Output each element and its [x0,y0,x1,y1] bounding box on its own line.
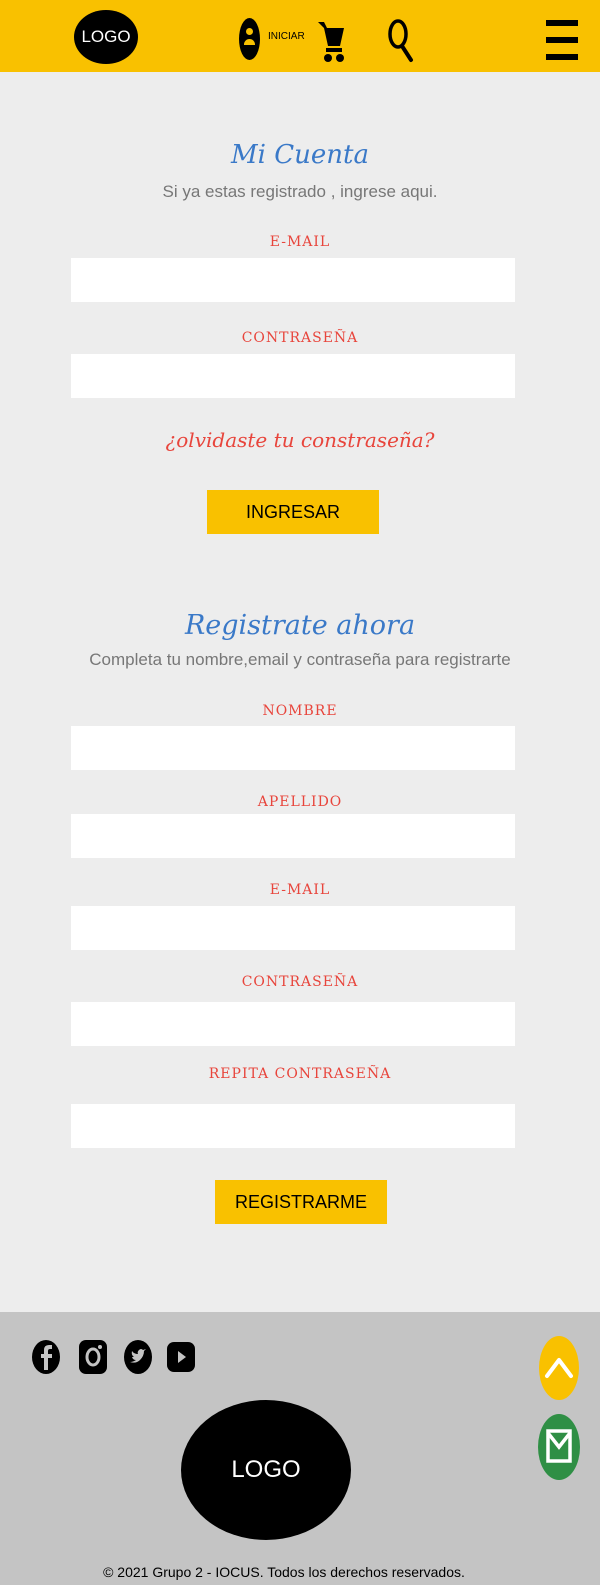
search-icon[interactable] [388,18,414,64]
register-email-input[interactable] [71,906,515,950]
cart-icon[interactable] [318,18,346,64]
top-header: LOGO INICIAR [0,0,600,72]
user-icon[interactable] [239,18,260,60]
header-logo[interactable]: LOGO [74,10,138,64]
register-title: Registrate ahora [184,610,416,641]
register-lastname-label: APELLIDO [257,794,343,810]
register-name-label: NOMBRE [262,703,338,719]
youtube-icon[interactable] [167,1340,195,1374]
login-link[interactable]: INICIAR [268,31,305,42]
register-subtitle: Completa tu nombre,email y contraseña pa… [89,650,511,669]
register-password-input[interactable] [71,1002,515,1046]
login-password-input[interactable] [71,354,515,398]
login-email-input[interactable] [71,258,515,302]
login-email-label: E-MAIL [269,234,331,250]
login-subtitle: Si ya estas registrado , ingrese aqui. [162,182,438,201]
register-button[interactable]: REGISTRARME [215,1180,387,1224]
login-button[interactable]: INGRESAR [207,490,379,534]
register-password-label: CONTRASEÑA [241,974,359,990]
forgot-password-link[interactable]: ¿olvidaste tu constraseña? [0,428,600,452]
register-name-input[interactable] [71,726,515,770]
register-repeat-password-label: REPITA CONTRASEÑA [208,1066,392,1082]
mail-icon [546,1429,572,1463]
login-title: Mi Cuenta [231,140,369,170]
contact-mail-button[interactable] [538,1414,580,1480]
register-repeat-password-input[interactable] [71,1104,515,1148]
twitter-icon[interactable] [124,1340,152,1374]
register-email-label: E-MAIL [269,882,331,898]
login-password-label: CONTRASEÑA [241,330,359,346]
chevron-up-icon [545,1358,573,1378]
copyright-text: © 2021 Grupo 2 - IOCUS. Todos los derech… [103,1564,465,1580]
footer-logo[interactable]: LOGO [181,1400,351,1540]
instagram-icon[interactable] [79,1340,107,1374]
scroll-to-top-button[interactable] [539,1336,579,1400]
hamburger-menu-icon[interactable] [546,20,578,62]
register-lastname-input[interactable] [71,814,515,858]
facebook-icon[interactable] [32,1340,60,1374]
